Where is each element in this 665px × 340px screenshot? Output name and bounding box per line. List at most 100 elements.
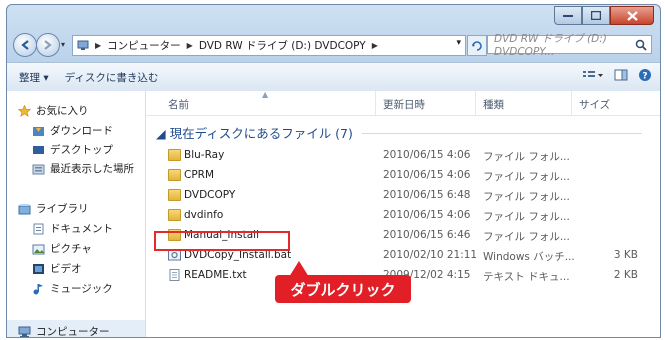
group-divider <box>362 133 642 134</box>
group-header[interactable]: ◢ 現在ディスクにあるファイル (7) <box>156 123 353 142</box>
file-type: ファイル フォル... <box>483 191 570 203</box>
file-type: ファイル フォル... <box>483 211 570 223</box>
sidebar-computer-label: コンピューター <box>36 326 110 338</box>
pictures-icon <box>31 243 45 255</box>
file-type: Windows バッチ... <box>483 251 575 263</box>
file-row[interactable]: DVDCOPY 2010/06/15 6:48 ファイル フォル... <box>146 186 660 205</box>
folder-icon <box>168 189 181 201</box>
file-date: 2010/06/15 4:06 <box>383 149 471 161</box>
file-row[interactable]: CPRM 2010/06/15 4:06 ファイル フォル... <box>146 166 660 185</box>
back-button[interactable] <box>13 33 37 57</box>
file-row[interactable]: dvdinfo 2010/06/15 4:06 ファイル フォル... <box>146 206 660 225</box>
sidebar-favorites-label: お気に入り <box>36 105 89 117</box>
sidebar-item-desktop[interactable]: デスクトップ <box>31 142 113 157</box>
file-name: CPRM <box>184 169 215 181</box>
breadcrumb-separator-icon: ▶ <box>186 41 193 50</box>
double-click-callout: ダブルクリック <box>275 275 411 303</box>
folder-icon <box>168 169 181 181</box>
folder-icon <box>168 149 181 161</box>
breadcrumb-drive[interactable]: DVD RW ドライブ (D:) DVDCOPY <box>199 38 366 53</box>
computer-icon <box>77 40 89 51</box>
sidebar-item-label: ミュージック <box>50 283 113 295</box>
file-size: 3 KB <box>613 249 638 261</box>
address-dropdown-icon[interactable]: ▾ <box>456 38 461 48</box>
computer-icon <box>17 326 31 337</box>
svg-text:?: ? <box>642 72 647 82</box>
navigation-bar: ▾ ▶ コンピューター ▶ DVD RW ドライブ (D:) DVDCOPY ▶… <box>7 29 660 59</box>
address-bar[interactable]: ▶ コンピューター ▶ DVD RW ドライブ (D:) DVDCOPY ▶ ▾ <box>72 35 466 56</box>
sidebar-item-label: ビデオ <box>50 263 82 275</box>
downloads-icon <box>31 125 45 137</box>
sort-indicator-icon: ▲ <box>262 90 269 99</box>
column-divider <box>475 91 476 115</box>
documents-icon <box>31 223 45 235</box>
file-type: ファイル フォル... <box>483 231 570 243</box>
desktop-icon <box>31 144 45 156</box>
sidebar-item-documents[interactable]: ドキュメント <box>31 221 113 236</box>
file-row[interactable]: Blu-Ray 2010/06/15 4:06 ファイル フォル... <box>146 146 660 165</box>
window-caption-buttons <box>554 6 654 25</box>
file-size: 2 KB <box>613 269 638 281</box>
search-icon[interactable] <box>635 39 647 54</box>
minimize-button[interactable] <box>554 6 582 25</box>
file-date: 2010/06/15 4:06 <box>383 209 471 221</box>
organize-button[interactable]: 整理 ▾ <box>19 70 49 85</box>
sidebar-item-label: ドキュメント <box>50 223 113 235</box>
text-file-icon <box>168 269 181 281</box>
file-name: DVDCOPY <box>184 189 236 201</box>
maximize-button[interactable] <box>582 6 610 25</box>
file-date: 2010/06/15 6:46 <box>383 229 471 241</box>
sidebar-item-downloads[interactable]: ダウンロード <box>31 123 113 138</box>
search-input[interactable]: DVD RW ドライブ (D:) DVDCOPY... <box>487 33 652 58</box>
column-headers: 名前 ▲ 更新日時 種類 サイズ <box>146 90 660 116</box>
column-header-size[interactable]: サイズ <box>579 97 610 112</box>
highlight-box <box>154 231 290 251</box>
burn-to-disc-button[interactable]: ディスクに書き込む <box>65 70 159 85</box>
search-placeholder: DVD RW ドライブ (D:) DVDCOPY... <box>494 33 607 58</box>
sidebar-item-recent-places[interactable]: 最近表示した場所 <box>31 161 134 176</box>
sidebar-item-music[interactable]: ミュージック <box>31 281 113 296</box>
close-button[interactable] <box>610 6 654 25</box>
column-header-name[interactable]: 名前 <box>168 97 189 112</box>
library-icon <box>17 203 31 215</box>
folder-icon <box>168 209 181 221</box>
file-name: Blu-Ray <box>184 149 225 161</box>
sidebar-item-label: デスクトップ <box>50 144 113 156</box>
refresh-button[interactable] <box>467 35 487 56</box>
view-controls: ? <box>582 68 652 85</box>
breadcrumb-separator-icon: ▶ <box>371 41 378 50</box>
breadcrumb-computer[interactable]: コンピューター <box>107 38 181 53</box>
breadcrumb-separator-icon: ▶ <box>95 41 102 50</box>
help-icon[interactable]: ? <box>638 68 652 85</box>
column-divider <box>375 91 376 115</box>
file-type: ファイル フォル... <box>483 151 570 163</box>
maximize-icon <box>591 11 601 20</box>
sidebar-item-label: ダウンロード <box>50 125 113 137</box>
sidebar-item-videos[interactable]: ビデオ <box>31 261 82 276</box>
back-arrow-icon <box>21 40 29 50</box>
sidebar-item-pictures[interactable]: ピクチャ <box>31 241 92 256</box>
sidebar-libraries-label: ライブラリ <box>36 203 89 215</box>
column-header-type[interactable]: 種類 <box>483 97 504 112</box>
preview-pane-icon[interactable] <box>614 69 628 84</box>
column-divider <box>571 91 572 115</box>
file-name: README.txt <box>184 269 247 281</box>
minimize-icon <box>563 14 573 17</box>
file-date: 2010/02/10 21:11 <box>383 249 478 261</box>
sidebar-favorites[interactable]: お気に入り <box>17 103 89 118</box>
refresh-icon <box>472 40 482 51</box>
navigation-pane: お気に入り ダウンロード デスクトップ 最近表示した場所 ライブラリ ドキュメン… <box>7 91 146 337</box>
star-icon <box>17 104 31 117</box>
forward-arrow-icon <box>44 40 52 50</box>
file-type: テキスト ドキュ... <box>483 271 570 283</box>
forward-button[interactable] <box>36 33 60 57</box>
recent-places-icon <box>31 163 45 175</box>
file-type: ファイル フォル... <box>483 171 570 183</box>
sidebar-libraries[interactable]: ライブラリ <box>17 201 89 216</box>
recent-pages-chevron-icon[interactable]: ▾ <box>61 40 65 49</box>
sidebar-item-label: ピクチャ <box>50 243 92 255</box>
change-view-icon[interactable] <box>582 69 604 84</box>
file-date: 2010/06/15 6:48 <box>383 189 471 201</box>
column-header-date[interactable]: 更新日時 <box>383 97 425 112</box>
sidebar-computer[interactable]: コンピューター <box>17 324 110 338</box>
